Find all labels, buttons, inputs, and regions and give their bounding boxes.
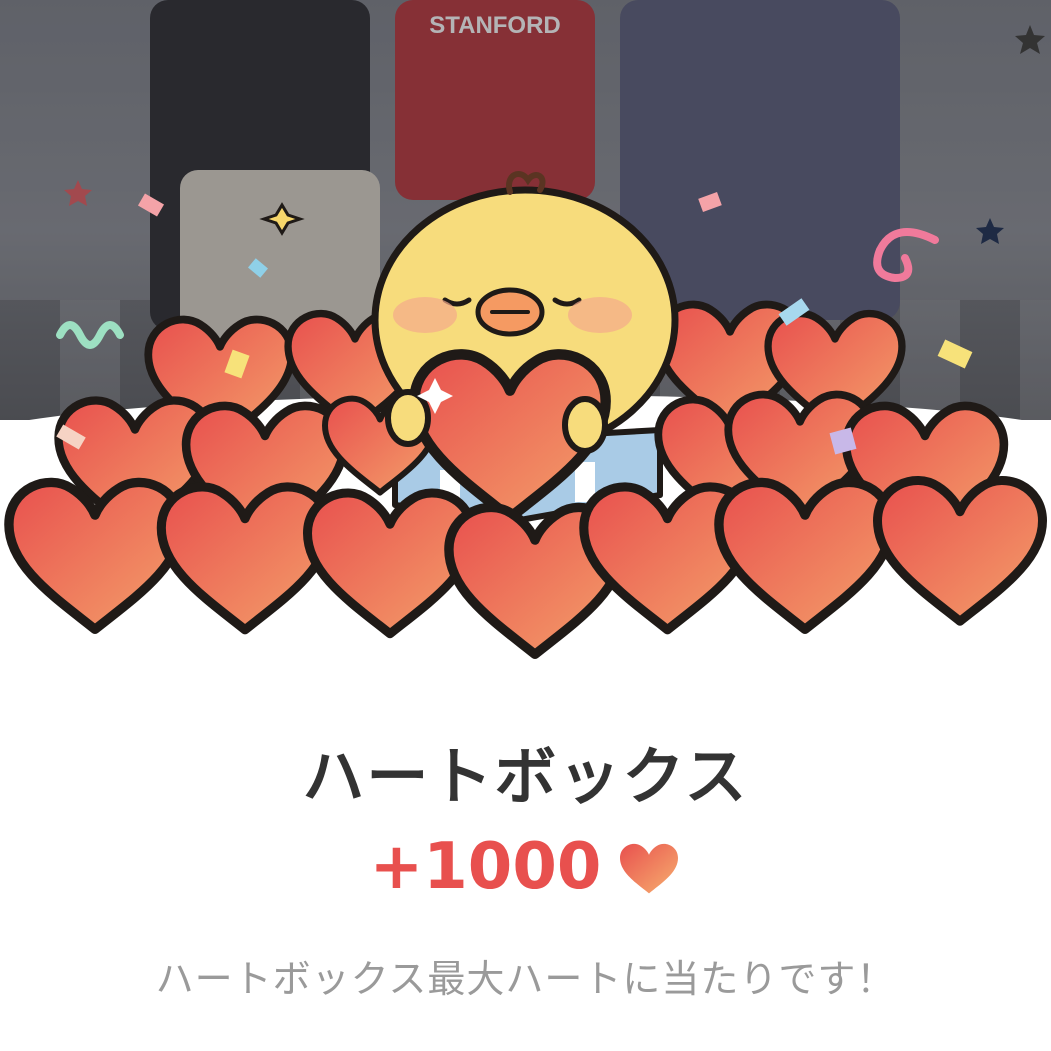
heart-box-illustration (0, 25, 1051, 700)
heart-front-1 (9, 482, 181, 629)
reward-amount: +1000 (369, 830, 602, 904)
sparkle-icon (259, 202, 305, 236)
heart-icon (620, 843, 679, 894)
reward-message: ハートボックス最大ハートに当たりです！ (155, 957, 896, 1001)
dialog-title: ハートボックス (302, 740, 749, 813)
reward-row: +1000 (0, 830, 1051, 904)
